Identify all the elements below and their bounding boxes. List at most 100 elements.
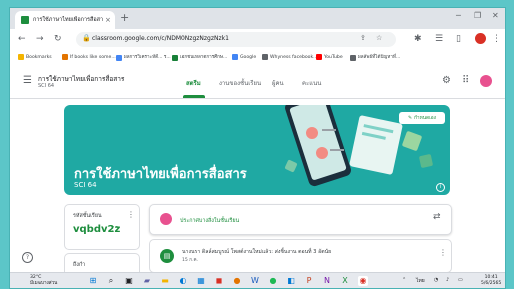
bookmark-item[interactable]: Bookmarks [18, 54, 52, 60]
bookmark-favicon-icon [116, 54, 122, 61]
customize-label: กำหนดเอง [414, 116, 437, 121]
chevron-up-icon[interactable]: ⌃ [402, 277, 406, 283]
side-panel-icon[interactable]: ▯ [456, 34, 461, 45]
task-view-icon[interactable]: ▣ [124, 276, 134, 286]
assignment-icon: ▤ [160, 249, 174, 263]
powerpoint-icon[interactable]: P [304, 276, 314, 286]
class-code-card: รหัสชั้นเรียน ⋮ vqbdv2z ⛶ [64, 204, 140, 250]
tab-people[interactable]: ผู้คน [272, 78, 284, 88]
bookmark-label: เอกชนเหลาตการศึกษ... [180, 55, 228, 60]
settings-gear-icon[interactable]: ⚙ [442, 75, 451, 86]
active-tab-indicator [183, 95, 205, 98]
tab-classwork[interactable]: งานของชั้นเรียน [219, 78, 261, 88]
classroom-header: ☰ การใช้ภาษาไทยเพื่อการสื่อสาร SCI 64 สต… [10, 66, 505, 99]
chrome-icon[interactable]: ◉ [358, 276, 368, 286]
banner-section: SCI 64 [74, 181, 97, 189]
browser-toolbar: ← → ↻ 🔒 classroom.google.com/c/NDM0NzgzN… [10, 29, 505, 51]
word-icon[interactable]: W [250, 276, 260, 286]
post-title[interactable]: นางนรา ดิลล์สมบูรณ์ โพสต์งานใหม่แล้ว: ส่… [182, 248, 331, 256]
bookmark-label: ผลลัพธ์ที่ได้ปัญหาที่... [358, 55, 401, 60]
maximize-icon[interactable]: ❐ [474, 11, 481, 20]
stream-post[interactable]: ▤ นางนรา ดิลล์สมบูรณ์ โพสต์งานใหม่แล้ว: … [149, 239, 452, 273]
account-avatar[interactable] [480, 75, 492, 87]
bookmark-favicon-icon [172, 54, 178, 61]
windows-taskbar: 32°C มีเมฆบางส่วน ⊞ ⌕ ▣ ▰ ▬ ◐ ▦ ◼ ● W ● … [10, 272, 505, 288]
search-icon[interactable]: ⌕ [106, 276, 116, 286]
info-icon[interactable]: i [436, 183, 445, 192]
system-clock[interactable]: 10:41 5/6/2565 [481, 275, 501, 286]
user-avatar [160, 213, 172, 225]
customize-button[interactable]: ✎ กำหนดเอง [399, 112, 445, 124]
share-icon[interactable]: ⇪ [360, 34, 366, 42]
post-date: 15 ก.ค. [182, 258, 199, 263]
app-icon[interactable]: ● [232, 276, 242, 286]
close-tab-icon[interactable]: × [105, 16, 111, 24]
google-icon [232, 54, 238, 60]
browser-profile-avatar[interactable] [475, 33, 486, 44]
fullscreen-icon[interactable]: ⛶ [112, 225, 118, 235]
office-icon[interactable]: ◼ [214, 276, 224, 286]
bookmark-label: YouTube [324, 54, 343, 60]
bookmark-label: Bookmarks [26, 54, 52, 60]
browser-menu-icon[interactable]: ⋮ [492, 34, 501, 45]
edit-pencil-icon: ✎ [407, 115, 412, 121]
more-options-icon[interactable]: ⋮ [127, 210, 135, 219]
outlook-icon[interactable]: ◧ [286, 276, 296, 286]
bookmark-star-icon[interactable]: ☆ [376, 34, 382, 42]
bookmark-item[interactable]: ผลลัพธ์ที่ได้ปัญหาที่... [350, 54, 400, 61]
onenote-icon[interactable]: N [322, 276, 332, 286]
wifi-icon[interactable]: ◔ [434, 277, 438, 283]
class-section: SCI 64 [38, 83, 55, 89]
browser-window: การใช้ภาษาไทยเพื่อการสื่อสาร SCI × + ─ ❐… [10, 8, 505, 288]
bookmark-item[interactable]: YouTube [316, 54, 343, 60]
reading-list-icon[interactable]: ☰ [435, 34, 443, 45]
bookmark-item[interactable]: เอกชนเหลาตการศึกษ... [172, 54, 227, 61]
bookmark-favicon-icon [262, 54, 268, 60]
apps-grid-icon[interactable]: ⠿ [462, 75, 469, 86]
class-banner: ✎ กำหนดเอง การใช้ภาษาไทยเพื่อการสื่อสาร S… [64, 105, 450, 195]
bookmark-label: Whyness facebook... [270, 54, 318, 60]
reload-icon[interactable]: ↻ [54, 34, 62, 45]
browser-tab[interactable]: การใช้ภาษาไทยเพื่อการสื่อสาร SCI × [15, 11, 115, 29]
excel-icon[interactable]: X [340, 276, 350, 286]
bookmark-item[interactable]: Google [232, 54, 256, 60]
bookmark-favicon-icon [62, 54, 68, 60]
repost-icon[interactable]: ⇄ [433, 212, 441, 222]
new-tab-icon[interactable]: + [120, 12, 129, 24]
weather-condition: มีเมฆบางส่วน [30, 280, 58, 286]
minimize-icon[interactable]: ─ [456, 11, 461, 20]
announce-placeholder[interactable]: ประกาศบางสิ่งในชั้นเรียน [180, 217, 239, 225]
bookmark-item[interactable]: Whyness facebook... [262, 54, 318, 60]
battery-icon[interactable]: ▭ [458, 277, 463, 283]
tab-stream[interactable]: สตรีม [186, 78, 201, 88]
spotify-icon[interactable]: ● [268, 276, 278, 286]
post-options-icon[interactable]: ⋮ [439, 248, 447, 257]
volume-icon[interactable]: ♪ [446, 277, 449, 283]
weather-widget[interactable]: 32°C มีเมฆบางส่วน [30, 275, 57, 286]
teams-icon[interactable]: ▰ [142, 276, 152, 286]
url-text[interactable]: classroom.google.com/c/NDM0NzgzNzgzNzk1 [92, 35, 229, 42]
classroom-favicon-icon [21, 16, 29, 24]
bookmark-label: Google [240, 54, 257, 60]
back-icon[interactable]: ← [18, 34, 26, 45]
address-bar[interactable]: 🔒 classroom.google.com/c/NDM0NzgzNzgzNzk… [76, 32, 396, 47]
language-indicator[interactable]: ไทย [416, 277, 425, 285]
close-window-icon[interactable]: ✕ [492, 11, 499, 20]
bookmark-label: ผลการวิเคราะห์ดี... ร... [124, 55, 171, 60]
bookmark-item[interactable]: If books like some... [62, 54, 116, 60]
extensions-icon[interactable]: ✱ [414, 34, 422, 45]
class-code-label: รหัสชั้นเรียน [73, 213, 102, 219]
help-icon[interactable]: ? [22, 252, 33, 263]
bookmark-item[interactable]: ผลการวิเคราะห์ดี... ร... [116, 54, 171, 61]
announce-box[interactable]: ประกาศบางสิ่งในชั้นเรียน ⇄ [149, 204, 452, 235]
lock-icon: 🔒 [82, 34, 91, 42]
bookmark-star-icon [18, 54, 24, 60]
store-icon[interactable]: ▦ [196, 276, 206, 286]
forward-icon[interactable]: → [36, 34, 44, 45]
file-explorer-icon[interactable]: ▬ [160, 276, 170, 286]
tab-grades[interactable]: คะแนน [302, 78, 321, 88]
tab-strip: การใช้ภาษาไทยเพื่อการสื่อสาร SCI × + ─ ❐… [10, 8, 505, 29]
start-icon[interactable]: ⊞ [88, 276, 98, 286]
edge-icon[interactable]: ◐ [178, 276, 188, 286]
menu-icon[interactable]: ☰ [23, 75, 32, 86]
